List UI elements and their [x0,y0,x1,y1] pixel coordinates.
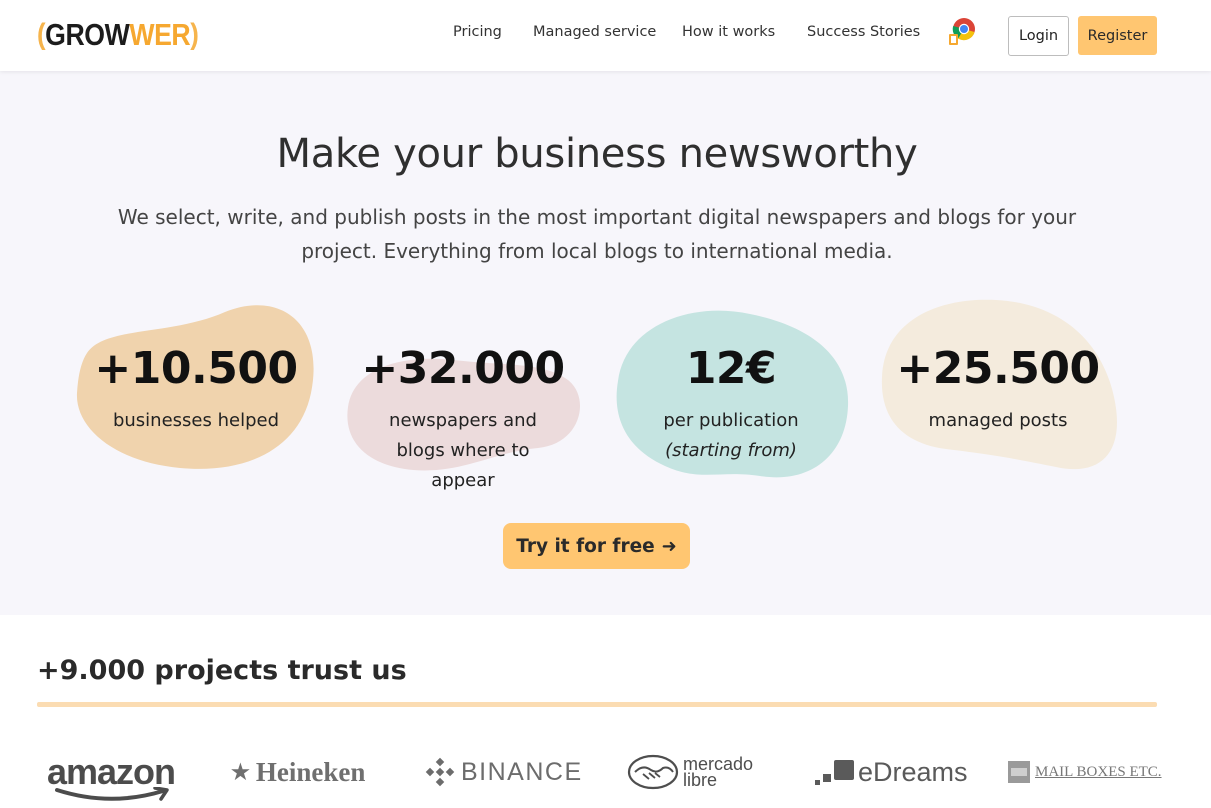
stat-price-label: per publication (starting from) [611,406,851,466]
trust-title: +9.000 projects trust us [37,655,407,686]
nav-how-it-works[interactable]: How it works [682,24,775,40]
star-icon: ★ [231,759,250,784]
stat-newspapers-label-line3: appear [431,470,495,491]
amazon-logo: amazon [47,744,176,801]
stat-newspapers-label-line1: newspapers and [389,410,537,431]
growwer-logo[interactable]: ( GROW WER ) [37,17,199,52]
hero-subtitle-line1: We select, write, and publish posts in t… [117,205,1077,229]
logo-close-paren: ) [190,18,199,51]
binance-logo: BINANCE [425,744,583,800]
binance-diamond-icon [425,757,455,787]
chrome-extension-icon[interactable] [948,16,978,46]
site-header: ( GROW WER ) Pricing Managed service How… [0,0,1211,71]
nav-managed-service[interactable]: Managed service [533,24,656,40]
heineken-logo: ★ Heineken [231,744,365,800]
hero-title: Make your business newsworthy [276,131,918,177]
stat-price-label-text: per publication [663,410,799,431]
stat-price-note: (starting from) [665,440,797,461]
binance-logo-text: BINANCE [461,757,583,786]
stat-posts-label: managed posts [928,410,1068,431]
edreams-squares-icon [815,760,854,785]
hero-subtitle: We select, write, and publish posts in t… [110,200,1084,268]
nav-success-stories[interactable]: Success Stories [807,24,920,40]
hero-subtitle-line2: project. Everything from local blogs to … [301,239,893,263]
mercado-libre-line2: libre [683,770,718,790]
heineken-logo-text: Heineken [255,756,366,787]
logo-grow: GROW [45,17,130,52]
stat-newspapers-label-line2: blogs where to [396,440,530,461]
register-button[interactable]: Register [1078,16,1157,55]
edreams-logo-text: eDreams [858,756,968,787]
handshake-icon [627,754,679,790]
arrow-right-icon: ➜ [661,535,677,557]
amazon-logo-text: amazon [47,751,176,792]
stat-newspapers-number: +32.000 [361,343,565,394]
mercado-libre-logo: mercado libre [627,744,753,800]
stat-businesses-number: +10.500 [94,343,298,394]
mail-boxes-etc-logo: MAIL BOXES ETC. [1007,744,1162,800]
trust-divider [37,702,1157,707]
mbe-logo-text: MAIL BOXES ETC. [1035,763,1162,780]
login-button[interactable]: Login [1008,16,1069,56]
nav-pricing[interactable]: Pricing [453,24,502,40]
stat-price-number: 12€ [685,343,777,394]
amazon-smile-icon [55,787,169,801]
stat-businesses-label: businesses helped [112,410,280,431]
stat-posts-number: +25.500 [896,343,1100,394]
logo-open-paren: ( [37,18,46,51]
mbe-box-icon [1008,761,1030,783]
logo-wer: WER [129,17,191,52]
edreams-logo: eDreams [814,744,968,800]
stat-newspapers-label: newspapers and blogs where to appear [343,406,583,496]
try-free-label: Try it for free [516,535,655,557]
try-free-button[interactable]: Try it for free ➜ [503,523,690,569]
